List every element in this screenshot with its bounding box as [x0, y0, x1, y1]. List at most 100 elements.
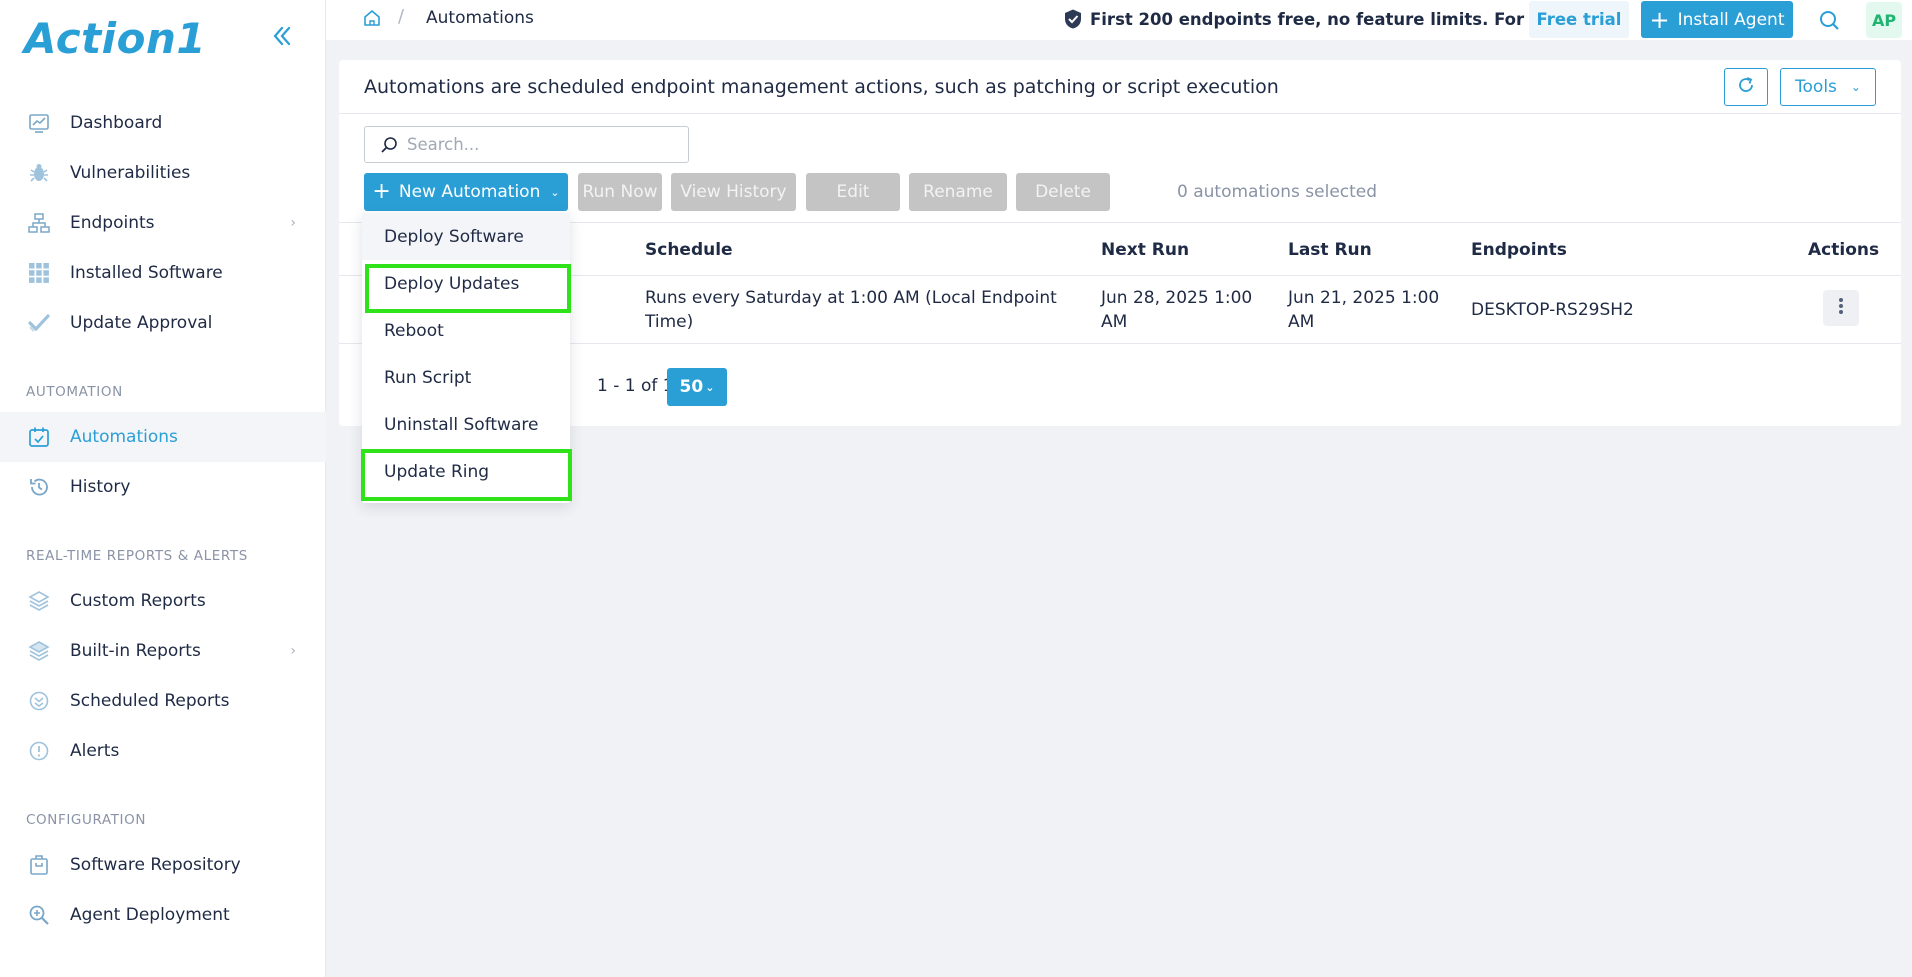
sidebar-item-label: Dashboard [70, 113, 163, 133]
schedule-line: Runs every Saturday at 1:00 AM (Local En… [645, 288, 1057, 308]
view-history-button[interactable]: View History [671, 173, 796, 211]
schedule-cell: Runs every Saturday at 1:00 AM (Local En… [645, 286, 1065, 334]
promo-text: First 200 endpoints free, no feature lim… [1090, 9, 1585, 29]
sidebar-item-endpoints[interactable]: Endpoints › [0, 198, 326, 248]
pagination-range: 1 - 1 of 1 [597, 376, 674, 396]
page-size-value: 50 [679, 377, 704, 397]
calendar-check-icon [26, 424, 52, 450]
breadcrumb: Automations [426, 8, 534, 28]
endpoints-cell: DESKTOP-RS29SH2 [1471, 300, 1634, 320]
sidebar-item-label: Agent Deployment [70, 905, 230, 925]
column-endpoints[interactable]: Endpoints [1471, 240, 1567, 260]
menu-item-update-ring[interactable]: Update Ring [362, 448, 570, 495]
last-run-line: Jun 21, 2025 1:00 [1288, 288, 1440, 308]
chevron-right-icon: › [290, 215, 296, 231]
chevron-down-icon: ⌄ [550, 185, 560, 199]
history-icon [26, 474, 52, 500]
page-size-select[interactable]: 50 ⌄ [667, 368, 727, 406]
sidebar-item-alerts[interactable]: Alerts [0, 726, 326, 776]
column-actions: Actions [1808, 240, 1880, 260]
run-now-button[interactable]: Run Now [578, 173, 662, 211]
sidebar-item-automations[interactable]: Automations [0, 412, 326, 462]
sidebar-item-history[interactable]: History [0, 462, 326, 512]
last-run-cell: Jun 21, 2025 1:00 AM [1288, 286, 1439, 334]
sidebar-item-label: Automations [70, 427, 178, 447]
rename-button[interactable]: Rename [909, 173, 1007, 211]
alert-icon [26, 738, 52, 764]
menu-item-run-script[interactable]: Run Script [362, 354, 570, 401]
sidebar-item-label: Vulnerabilities [70, 163, 191, 183]
sidebar-nav: Dashboard Vulnerabilities Endpoints › In… [0, 98, 326, 940]
network-icon [26, 210, 52, 236]
sidebar-item-label: Software Repository [70, 855, 241, 875]
bug-icon [26, 160, 52, 186]
column-last-run[interactable]: Last Run [1288, 240, 1372, 260]
new-automation-menu: Deploy Software Deploy Updates Reboot Ru… [362, 213, 570, 503]
sidebar: Action1 Dashboard Vulnerabilities Endpoi… [0, 0, 326, 977]
double-chevron-left-icon[interactable] [268, 22, 296, 50]
delete-button[interactable]: Delete [1016, 173, 1110, 211]
next-run-line: AM [1101, 312, 1128, 332]
menu-item-deploy-updates[interactable]: Deploy Updates [362, 260, 570, 307]
search-icon[interactable] [1818, 9, 1840, 31]
sidebar-item-label: Scheduled Reports [70, 691, 230, 711]
section-heading-reports: REAL-TIME REPORTS & ALERTS [26, 548, 248, 564]
shield-check-icon [1062, 8, 1084, 30]
selection-count: 0 automations selected [1177, 182, 1378, 202]
section-heading-configuration: CONFIGURATION [26, 812, 147, 828]
layers-icon [26, 588, 52, 614]
plus-icon: + [1649, 5, 1670, 34]
new-automation-button[interactable]: + New Automation ⌄ [364, 173, 568, 211]
sidebar-item-installed-software[interactable]: Installed Software [0, 248, 326, 298]
refresh-icon [1736, 75, 1756, 99]
magnifier-plus-icon [26, 902, 52, 928]
row-actions-button[interactable] [1823, 290, 1859, 326]
top-bar: / Automations First 200 endpoints free, … [326, 0, 1912, 40]
sidebar-item-dashboard[interactable]: Dashboard [0, 98, 326, 148]
sidebar-item-label: Alerts [70, 741, 120, 761]
column-schedule[interactable]: Schedule [645, 240, 733, 260]
grid-icon [26, 260, 52, 286]
chevron-right-icon: › [290, 643, 296, 659]
sidebar-item-vulnerabilities[interactable]: Vulnerabilities [0, 148, 326, 198]
plus-icon: + [372, 179, 391, 204]
package-icon [26, 852, 52, 878]
install-agent-button[interactable]: + Install Agent [1641, 1, 1793, 38]
tools-dropdown-button[interactable]: Tools ⌄ [1780, 68, 1876, 106]
automations-panel: Automations are scheduled endpoint manag… [339, 60, 1901, 426]
dashboard-icon [26, 110, 52, 136]
free-trial-button[interactable]: Free trial [1529, 1, 1629, 38]
install-agent-label: Install Agent [1677, 9, 1785, 30]
menu-item-uninstall-software[interactable]: Uninstall Software [362, 401, 570, 448]
column-next-run[interactable]: Next Run [1101, 240, 1189, 260]
sidebar-item-label: Installed Software [70, 263, 223, 283]
clock-report-icon [26, 688, 52, 714]
home-icon[interactable] [362, 8, 382, 28]
table-header: Schedule Next Run Last Run Endpoints Act… [339, 222, 1901, 276]
breadcrumb-separator: / [398, 6, 405, 27]
menu-item-reboot[interactable]: Reboot [362, 307, 570, 354]
sidebar-item-built-in-reports[interactable]: Built-in Reports › [0, 626, 326, 676]
section-heading-automation: AUTOMATION [26, 384, 123, 400]
sidebar-item-agent-deployment[interactable]: Agent Deployment [0, 890, 326, 940]
action1-logo[interactable]: Action1 [24, 14, 206, 64]
edit-button[interactable]: Edit [806, 173, 900, 211]
search-icon [379, 135, 399, 155]
sidebar-item-label: History [70, 477, 131, 497]
tools-label: Tools [1795, 77, 1837, 97]
next-run-cell: Jun 28, 2025 1:00 AM [1101, 286, 1252, 334]
refresh-button[interactable] [1724, 68, 1768, 106]
sidebar-item-update-approval[interactable]: Update Approval [0, 298, 326, 348]
search-field[interactable] [364, 126, 689, 163]
table-row[interactable]: l Runs every Saturday at 1:00 AM (Local … [339, 276, 1901, 344]
next-run-line: Jun 28, 2025 1:00 [1101, 288, 1253, 308]
new-automation-label: New Automation [398, 182, 541, 202]
sidebar-item-scheduled-reports[interactable]: Scheduled Reports [0, 676, 326, 726]
sidebar-item-custom-reports[interactable]: Custom Reports [0, 576, 326, 626]
search-input[interactable] [407, 135, 677, 154]
menu-item-deploy-software[interactable]: Deploy Software [362, 213, 570, 260]
avatar[interactable]: AP [1866, 2, 1902, 38]
last-run-line: AM [1288, 312, 1315, 332]
sidebar-item-software-repository[interactable]: Software Repository [0, 840, 326, 890]
kebab-icon [1838, 297, 1844, 319]
